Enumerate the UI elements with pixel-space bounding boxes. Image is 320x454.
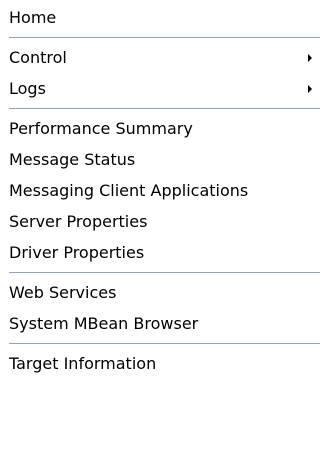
menu-item-system-mbean-browser[interactable]: System MBean Browser (0, 308, 320, 339)
menu-item-server-properties-label: Server Properties (9, 212, 148, 231)
menu-item-performance-summary-label: Performance Summary (9, 119, 193, 138)
menu-separator (0, 104, 320, 113)
menu-item-web-services-label: Web Services (9, 283, 117, 302)
submenu-arrow-icon (308, 85, 312, 93)
menu-item-performance-summary[interactable]: Performance Summary (0, 113, 320, 144)
submenu-arrow-icon (308, 54, 312, 62)
menu-item-messaging-client-applications[interactable]: Messaging Client Applications (0, 175, 320, 206)
menu-item-home[interactable]: Home (0, 2, 320, 33)
menu-item-web-services[interactable]: Web Services (0, 277, 320, 308)
menu-separator (0, 339, 320, 348)
menu-item-target-information-label: Target Information (9, 354, 157, 373)
menu-item-home-label: Home (9, 8, 57, 27)
menu-item-control[interactable]: Control (0, 42, 320, 73)
menu-item-target-information[interactable]: Target Information (0, 348, 320, 379)
menu-item-driver-properties[interactable]: Driver Properties (0, 237, 320, 268)
menu-item-server-properties[interactable]: Server Properties (0, 206, 320, 237)
menu-item-messaging-client-applications-label: Messaging Client Applications (9, 181, 249, 200)
menu-separator (0, 268, 320, 277)
menu-separator (0, 33, 320, 42)
menu-item-logs-label: Logs (9, 79, 46, 98)
context-menu: Home Control Logs Performance Summary Me… (0, 2, 320, 454)
menu-item-logs[interactable]: Logs (0, 73, 320, 104)
menu-item-message-status-label: Message Status (9, 150, 136, 169)
menu-item-message-status[interactable]: Message Status (0, 144, 320, 175)
menu-item-control-label: Control (9, 48, 67, 67)
menu-item-driver-properties-label: Driver Properties (9, 243, 145, 262)
menu-item-system-mbean-browser-label: System MBean Browser (9, 314, 199, 333)
